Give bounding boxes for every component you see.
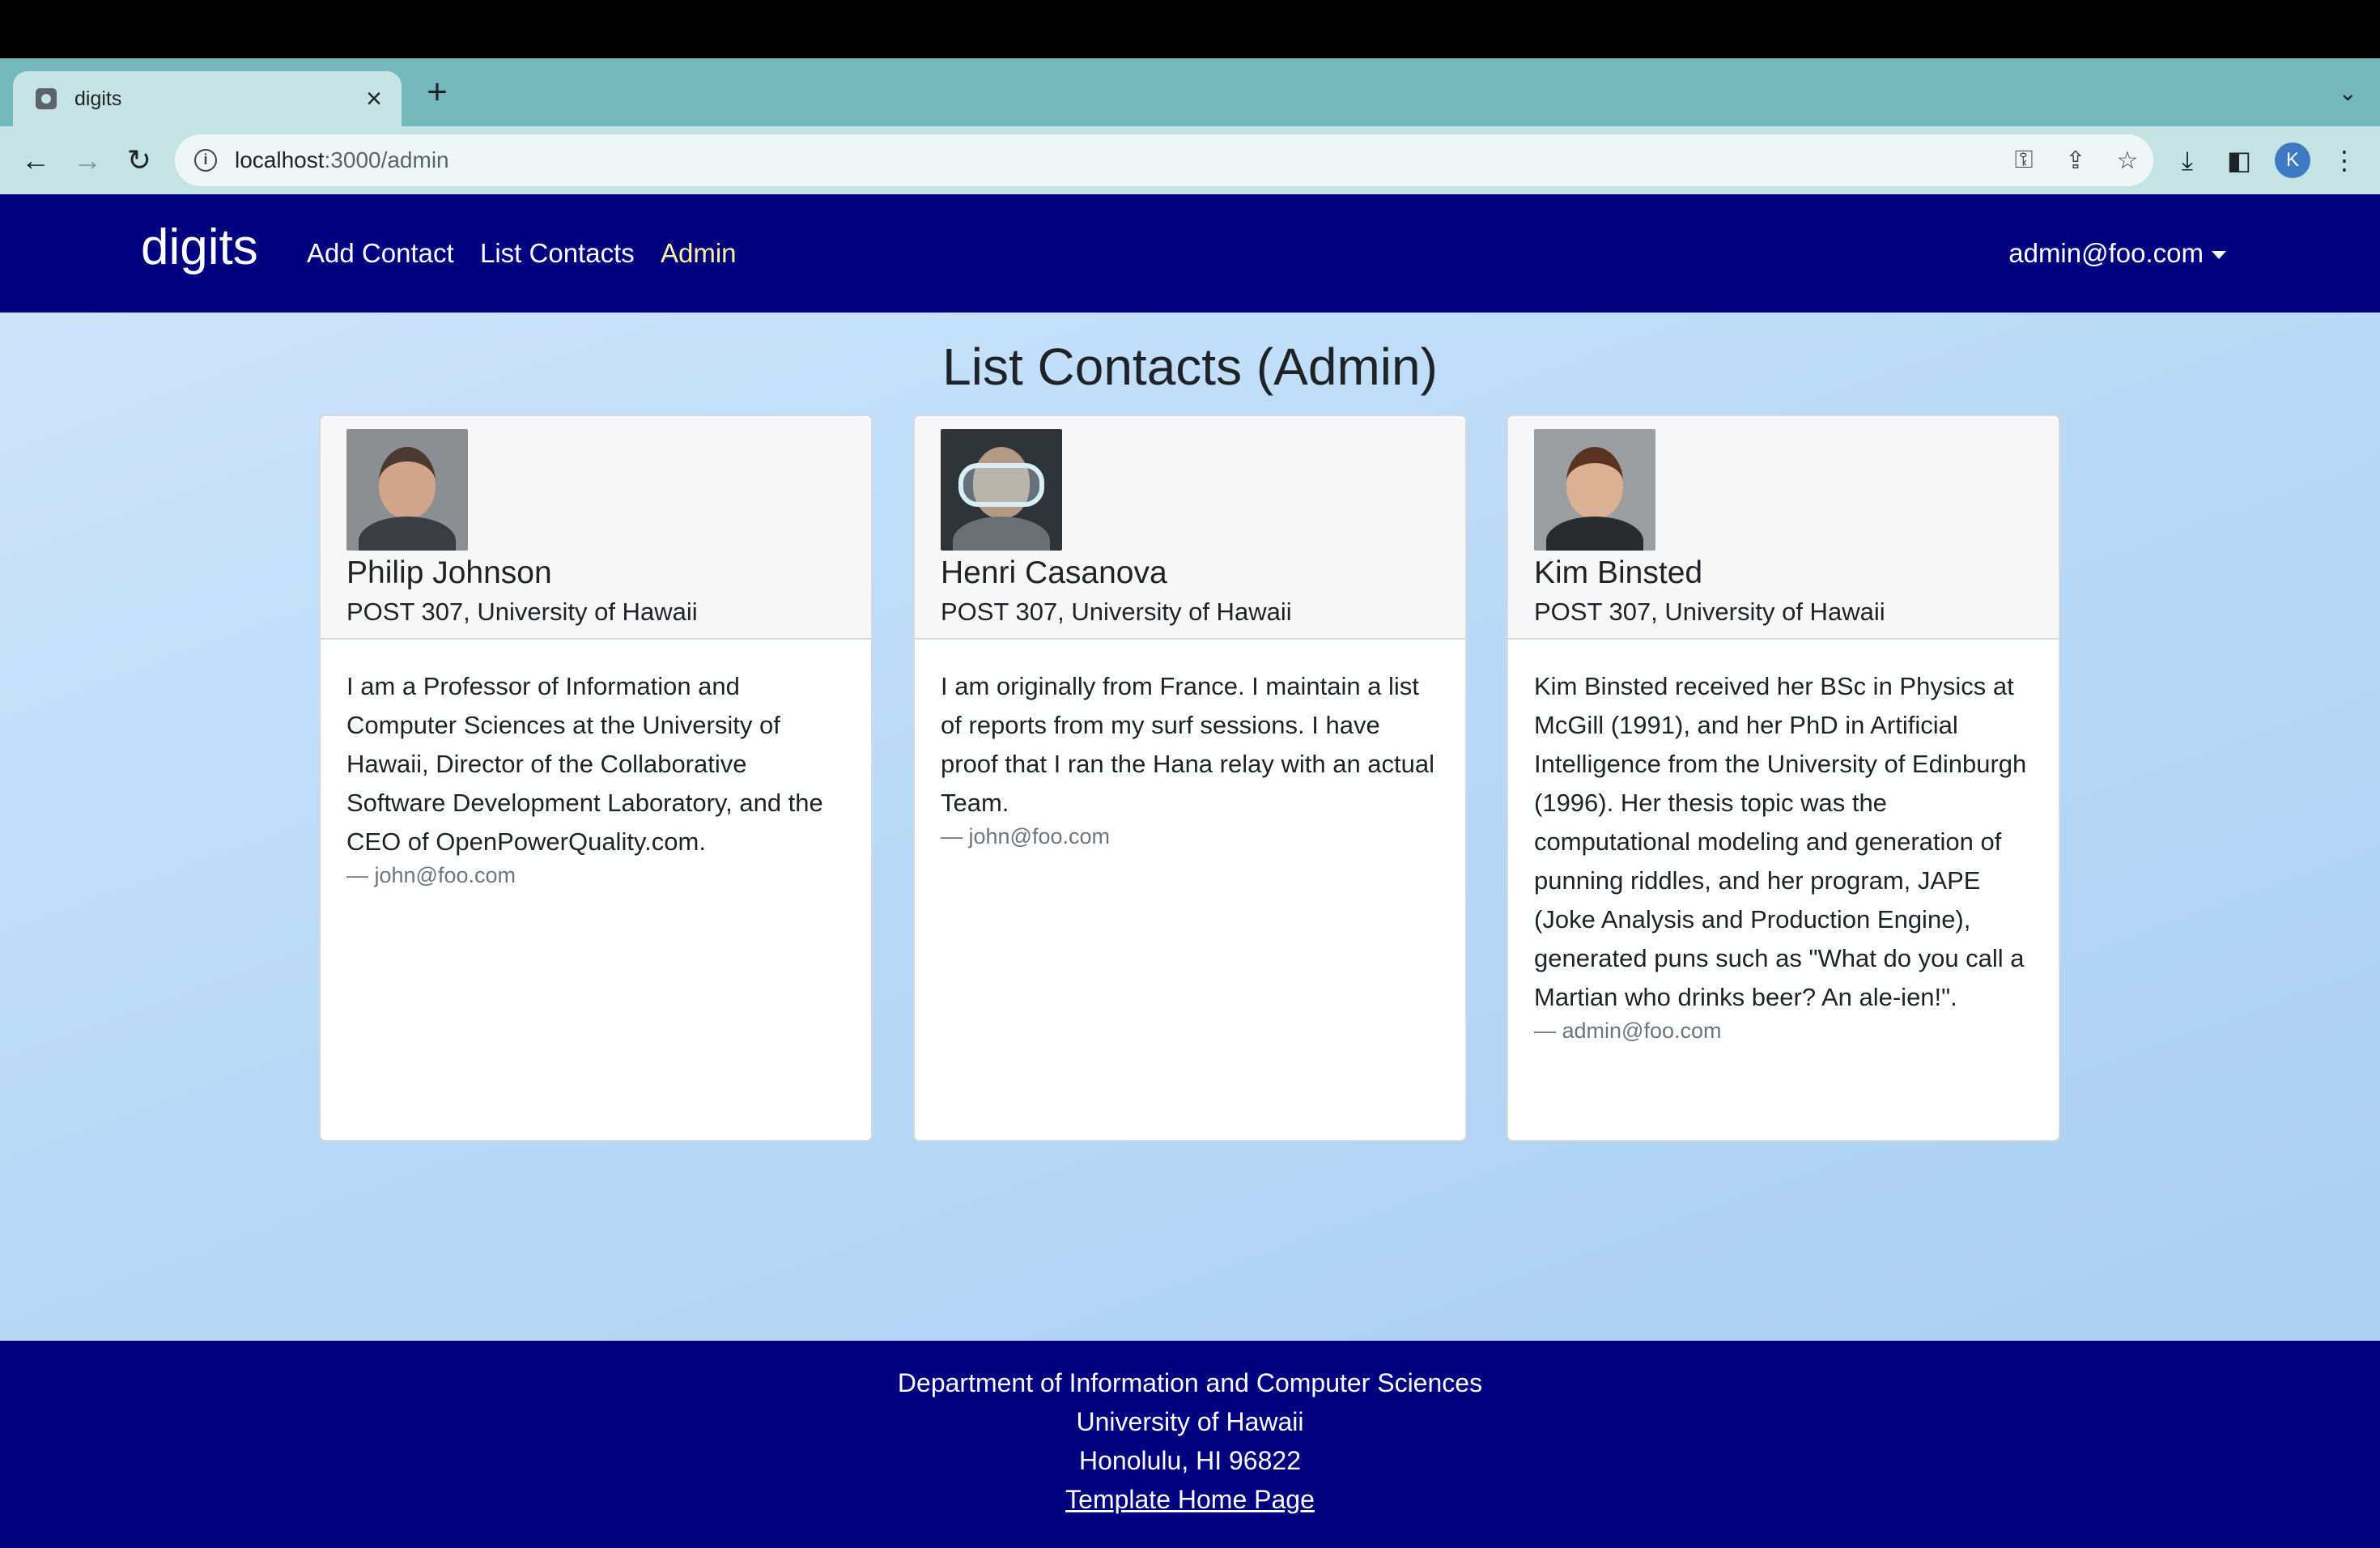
- contact-name: Philip Johnson: [346, 555, 552, 590]
- reload-icon[interactable]: ↻: [118, 139, 160, 181]
- card-header: Philip Johnson POST 307, University of H…: [321, 416, 871, 640]
- tab-search-chevron-icon[interactable]: ⌄: [2339, 79, 2357, 106]
- contact-address: POST 307, University of Hawaii: [1534, 598, 1885, 626]
- site-navbar: digits Add Contact List Contacts Admin a…: [0, 194, 2380, 313]
- site-footer: Department of Information and Computer S…: [0, 1341, 2380, 1548]
- card-body: Kim Binsted received her BSc in Physics …: [1508, 640, 2059, 1044]
- contact-name: Kim Binsted: [1534, 555, 1703, 590]
- user-email: admin@foo.com: [2008, 238, 2204, 268]
- download-icon[interactable]: ⤓: [2161, 134, 2213, 186]
- browser-tab[interactable]: digits ×: [13, 71, 402, 126]
- contact-owner: — john@foo.com: [346, 863, 516, 887]
- url-text[interactable]: localhost:3000/admin: [235, 147, 1998, 173]
- card-body: I am originally from France. I maintain …: [915, 640, 1465, 849]
- dropdown-caret-icon: [2212, 251, 2226, 260]
- brand-logo[interactable]: digits: [141, 219, 258, 276]
- contact-name: Henri Casanova: [941, 555, 1167, 590]
- contact-description: I am originally from France. I maintain …: [941, 672, 1435, 817]
- side-panel-icon[interactable]: ◧: [2213, 134, 2265, 186]
- contact-photo: [346, 429, 468, 551]
- browser-toolbar: ← → ↻ i localhost:3000/admin ⚿ ⇪ ☆ ⤓ ◧ K…: [0, 126, 2380, 194]
- contact-owner: — admin@foo.com: [1534, 1019, 1722, 1043]
- screen-top-bar: [0, 0, 2380, 58]
- address-bar[interactable]: i localhost:3000/admin ⚿ ⇪ ☆: [175, 134, 2153, 186]
- contact-owner: — john@foo.com: [941, 824, 1110, 848]
- password-key-icon[interactable]: ⚿: [1998, 147, 2050, 174]
- tab-favicon-icon: [36, 88, 57, 109]
- contact-description: I am a Professor of Information and Comp…: [346, 672, 823, 856]
- url-host: localhost: [235, 147, 325, 172]
- nav-add-contact[interactable]: Add Contact: [307, 238, 454, 269]
- tab-close-icon[interactable]: ×: [355, 83, 393, 115]
- bookmark-star-icon[interactable]: ☆: [2102, 147, 2153, 175]
- footer-template-link[interactable]: Template Home Page: [0, 1480, 2380, 1519]
- footer-city: Honolulu, HI 96822: [1079, 1446, 1301, 1475]
- contact-description: Kim Binsted received her BSc in Physics …: [1534, 672, 2027, 1011]
- profile-avatar[interactable]: K: [2275, 142, 2310, 178]
- new-tab-icon[interactable]: +: [419, 74, 455, 112]
- site-info-icon[interactable]: i: [194, 149, 217, 172]
- nav-list-contacts[interactable]: List Contacts: [480, 238, 635, 269]
- forward-arrow-icon[interactable]: →: [66, 139, 108, 181]
- nav-admin[interactable]: Admin: [661, 238, 737, 269]
- url-path: :3000/admin: [324, 147, 449, 172]
- contact-address: POST 307, University of Hawaii: [941, 598, 1292, 626]
- user-dropdown[interactable]: admin@foo.com: [2008, 238, 2226, 269]
- share-icon[interactable]: ⇪: [2050, 147, 2102, 175]
- tab-title: digits: [74, 87, 122, 110]
- footer-university: University of Hawaii: [1076, 1407, 1304, 1436]
- menu-kebab-icon[interactable]: ⋮: [2318, 134, 2370, 186]
- contact-photo: [1534, 429, 1655, 551]
- page-title: List Contacts (Admin): [942, 338, 1438, 396]
- card-body: I am a Professor of Information and Comp…: [321, 640, 871, 888]
- contact-address: POST 307, University of Hawaii: [346, 598, 698, 626]
- contact-card: Kim Binsted POST 307, University of Hawa…: [1507, 415, 2060, 1142]
- card-header: Henri Casanova POST 307, University of H…: [915, 416, 1465, 640]
- web-page: digits Add Contact List Contacts Admin a…: [0, 194, 2380, 1548]
- contact-card: Philip Johnson POST 307, University of H…: [319, 415, 873, 1142]
- contact-photo: [941, 429, 1062, 551]
- back-arrow-icon[interactable]: ←: [15, 139, 57, 181]
- card-header: Kim Binsted POST 307, University of Hawa…: [1508, 416, 2059, 640]
- browser-tabstrip: digits × + ⌄: [0, 58, 2380, 126]
- footer-department: Department of Information and Computer S…: [897, 1368, 1483, 1397]
- contact-card: Henri Casanova POST 307, University of H…: [913, 415, 1467, 1142]
